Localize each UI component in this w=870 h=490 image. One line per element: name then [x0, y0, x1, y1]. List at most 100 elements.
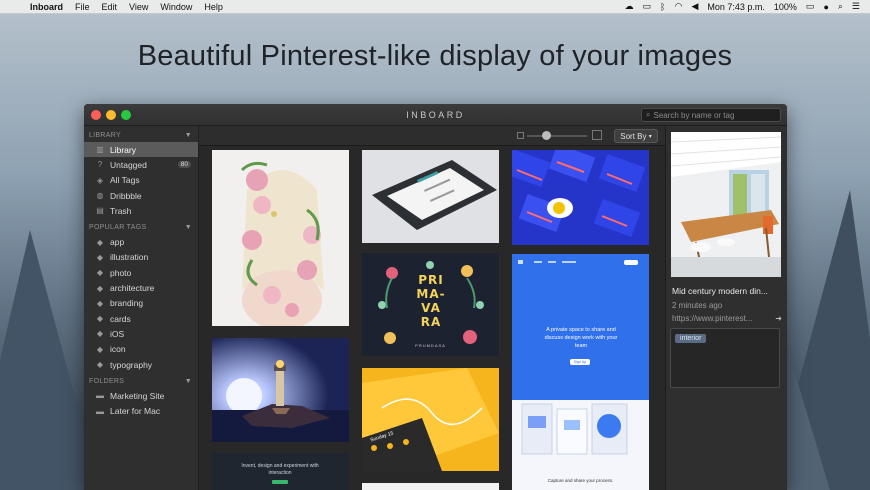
wifi-icon[interactable]: ◠: [675, 1, 683, 12]
battery-icon[interactable]: ▭: [806, 1, 815, 12]
zoom-slider-track[interactable]: [527, 135, 587, 137]
sidebar-tag-branding[interactable]: ◆ branding: [84, 296, 198, 311]
large-thumb-icon[interactable]: [592, 130, 602, 140]
battery-percent[interactable]: 100%: [774, 2, 797, 12]
sidebar-tag-app[interactable]: ◆ app: [84, 234, 198, 249]
tag-icon: ◆: [96, 360, 104, 369]
zoom-slider-knob[interactable]: [542, 131, 551, 140]
tag-icon: ◆: [96, 344, 104, 354]
collapse-triangle-icon[interactable]: ▼: [185, 378, 192, 385]
sidebar-tag-architecture[interactable]: ◆ architecture: [84, 280, 198, 295]
tag-icon: ◆: [96, 252, 104, 262]
grid-toolbar: Sort By ▾: [199, 126, 665, 146]
search-box[interactable]: ⌕: [641, 108, 781, 122]
sidebar-item-library[interactable]: ▥ Library: [84, 142, 198, 158]
popular-tags-header[interactable]: POPULAR TAGS ▼: [84, 220, 198, 234]
tags-icon: ◈: [96, 175, 104, 185]
image-tile-floral-portrait[interactable]: [212, 150, 349, 326]
detail-timestamp: 2 minutes ago: [672, 301, 723, 310]
blue-website-image: [512, 254, 649, 490]
sidebar-tag-illustration[interactable]: ◆ illustration: [84, 250, 198, 265]
detail-preview-image[interactable]: [671, 132, 781, 277]
sort-by-button[interactable]: Sort By ▾: [614, 129, 658, 143]
app-window: INBOARD ⌕ LIBRARY▼ ▥ Library ? Untagged …: [84, 104, 787, 490]
primavera-lettering: PRI MA- VA RA: [416, 273, 446, 329]
chevron-down-icon: ▾: [648, 133, 652, 140]
collapse-triangle-icon[interactable]: ▼: [185, 224, 192, 231]
untagged-count-badge: 80: [177, 161, 191, 169]
menu-app-name[interactable]: Inboard: [30, 2, 63, 12]
user-icon[interactable]: ●: [823, 2, 828, 12]
dark-website-headline: Invent, design and experiment with inter…: [241, 463, 319, 476]
tag-icon: ◆: [96, 237, 104, 247]
page-headline: Beautiful Pinterest-like display of your…: [137, 40, 733, 72]
primavera-subtitle: PRUMDASA: [415, 343, 446, 348]
image-tile-blue-cards[interactable]: [512, 150, 649, 245]
folders-header[interactable]: FOLDERS ▼: [84, 374, 198, 388]
sidebar-tag-photo[interactable]: ◆ photo: [84, 265, 198, 280]
library-section-header[interactable]: LIBRARY ▼: [84, 128, 198, 142]
sidebar-item-all-tags[interactable]: ◈ All Tags: [84, 173, 198, 188]
bluetooth-icon[interactable]: ᛒ: [660, 2, 665, 12]
dark-website-button: [272, 480, 288, 484]
open-link-icon[interactable]: ➜: [775, 314, 782, 323]
blue-website-headline: A private space to share and discuss des…: [544, 327, 618, 349]
trash-icon: ▤: [96, 206, 104, 216]
spotlight-icon[interactable]: ⌕: [838, 1, 843, 12]
sidebar-folder-marketing-site[interactable]: ▬ Marketing Site: [84, 388, 198, 403]
airplay-icon[interactable]: ▭: [643, 1, 652, 12]
library-icon: ▥: [96, 145, 104, 155]
menu-window[interactable]: Window: [160, 2, 192, 12]
small-thumb-icon[interactable]: [517, 132, 524, 139]
menu-file[interactable]: File: [75, 2, 90, 12]
sidebar-tag-typography[interactable]: ◆ typography: [84, 357, 198, 372]
menu-help[interactable]: Help: [204, 2, 223, 12]
sidebar-item-untagged[interactable]: ? Untagged 80: [84, 157, 198, 172]
image-tile-white[interactable]: [362, 483, 499, 490]
image-tile-primavera[interactable]: PRI MA- VA RA PRUMDASA: [362, 253, 499, 356]
clock[interactable]: Mon 7:43 p.m.: [707, 2, 765, 12]
sidebar-tag-ios[interactable]: ◆ iOS: [84, 326, 198, 341]
menu-bar: Inboard File Edit View Window Help ☁ ▭ ᛒ…: [0, 0, 870, 14]
detail-title: Mid century modern din...: [672, 286, 768, 296]
image-tile-card-mockup[interactable]: Shashi S.A.: [362, 150, 499, 243]
tag-chip[interactable]: interior: [675, 334, 707, 343]
menu-edit[interactable]: Edit: [102, 2, 118, 12]
sidebar-tag-icon[interactable]: ◆ icon: [84, 342, 198, 357]
search-icon: ⌕: [646, 110, 651, 119]
yellow-app-image: [362, 368, 499, 471]
folder-icon: ▬: [96, 406, 104, 416]
detail-panel: Mid century modern din... 2 minutes ago …: [665, 126, 787, 490]
tag-icon: ◆: [96, 314, 104, 324]
dining-room-image: [671, 132, 781, 277]
image-tile-lighthouse[interactable]: [212, 338, 349, 442]
notification-icon[interactable]: ☰: [852, 1, 860, 12]
blue-cards-image: [512, 150, 649, 245]
volume-icon[interactable]: ◀: [691, 1, 698, 12]
card-mockup-image: [362, 150, 499, 243]
cloud-icon[interactable]: ☁: [625, 1, 634, 12]
status-area: ☁ ▭ ᛒ ◠ ◀ Mon 7:43 p.m. 100% ▭ ● ⌕ ☰: [616, 1, 870, 12]
folder-icon: ▬: [96, 391, 104, 401]
title-bar: INBOARD ⌕: [84, 104, 787, 126]
sidebar-item-trash[interactable]: ▤ Trash: [84, 203, 198, 218]
tag-icon: ◆: [96, 298, 104, 308]
sidebar-tag-cards[interactable]: ◆ cards: [84, 311, 198, 326]
search-input[interactable]: [653, 110, 772, 120]
question-icon: ?: [97, 160, 103, 170]
detail-source-link[interactable]: https://www.pinterest... ➜: [672, 314, 782, 323]
sidebar: LIBRARY ▼ ▥ Library ? Untagged 80 ◈ All T…: [84, 126, 199, 490]
image-tile-yellow-app[interactable]: Sunday 15: [362, 368, 499, 471]
sidebar-item-dribbble[interactable]: ◍ Dribbble: [84, 188, 198, 203]
image-tile-dark-website[interactable]: Invent, design and experiment with inter…: [212, 453, 349, 490]
lighthouse-image: [212, 338, 349, 442]
sidebar-folder-later-for-mac[interactable]: ▬ Later for Mac: [84, 403, 198, 418]
collapse-triangle-icon[interactable]: ▼: [185, 132, 192, 139]
menu-view[interactable]: View: [129, 2, 148, 12]
detail-tags-field[interactable]: interior: [670, 328, 780, 388]
tag-icon: ◆: [96, 329, 104, 339]
tag-icon: ◆: [96, 283, 104, 293]
floral-portrait-image: [240, 161, 324, 326]
blue-website-footer: Capture and share your process.: [547, 478, 614, 483]
image-tile-blue-website[interactable]: A private space to share and discuss des…: [512, 254, 649, 490]
